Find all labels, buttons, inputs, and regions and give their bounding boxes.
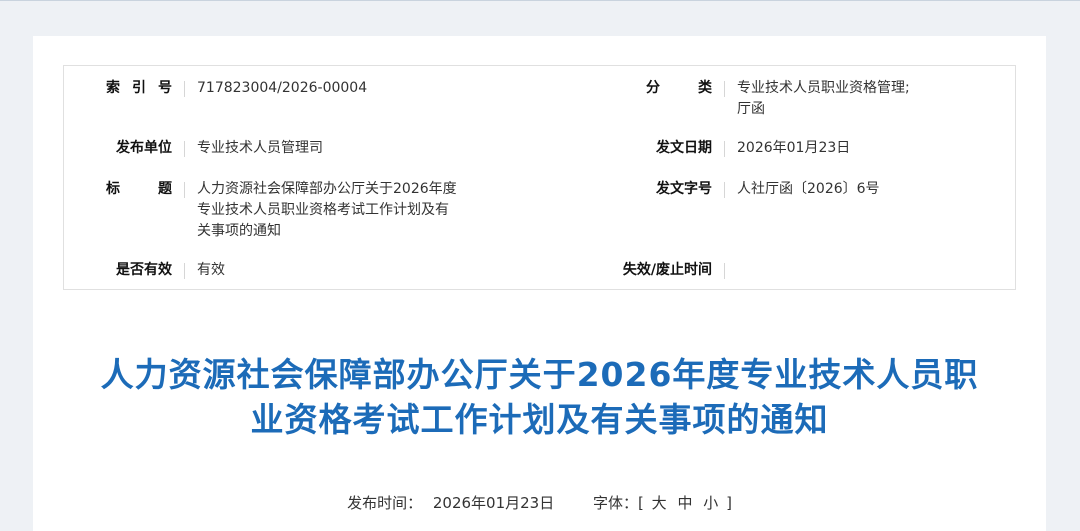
separator (184, 182, 185, 198)
publish-info-row: 发布时间： 2026年01月23日 字体：[ 大 中 小 ] (33, 492, 1046, 513)
issue-date-value: 2026年01月23日 (737, 140, 851, 156)
doc-number-label: 发文字号 (656, 181, 712, 197)
issue-date-cell: 发文日期 2026年01月23日 (604, 138, 850, 159)
publisher-value: 专业技术人员管理司 (197, 140, 323, 156)
validity-cell: 是否有效 有效 (64, 260, 225, 281)
separator (724, 263, 725, 279)
publish-time-label: 发布时间： (347, 494, 423, 512)
document-page: 索 引 号 717823004/2026-00004 分 类 专业技术人员职业资… (33, 36, 1046, 531)
font-size-label: 字体： (593, 494, 639, 512)
index-number-label: 索 引 号 (106, 80, 172, 96)
metadata-table: 索 引 号 717823004/2026-00004 分 类 专业技术人员职业资… (63, 65, 1016, 290)
expiry-label: 失效/废止时间 (622, 262, 712, 278)
bracket-open: [ (638, 494, 644, 512)
validity-value: 有效 (197, 262, 225, 278)
title-label: 标 题 (106, 181, 172, 197)
doc-number-value: 人社厅函〔2026〕6号 (737, 181, 880, 197)
category-value: 专业技术人员职业资格管理; 厅函 (737, 80, 910, 117)
font-medium-button[interactable]: 中 (677, 492, 692, 513)
index-number-cell: 索 引 号 717823004/2026-00004 (64, 78, 367, 99)
separator (184, 141, 185, 157)
publisher-label: 发布单位 (116, 140, 172, 156)
separator (724, 182, 725, 198)
separator (184, 81, 185, 97)
top-divider (0, 0, 1080, 1)
publisher-cell: 发布单位 专业技术人员管理司 (64, 138, 323, 159)
separator (724, 81, 725, 97)
font-small-button[interactable]: 小 (703, 492, 718, 513)
title-value: 人力资源社会保障部办公厅关于2026年度 专业技术人员职业资格考试工作计划及有 … (197, 181, 457, 239)
separator (184, 263, 185, 279)
article-title: 人力资源社会保障部办公厅关于2026年度专业技术人员职 业资格考试工作计划及有关… (100, 355, 979, 439)
bracket-close: ] (726, 494, 732, 512)
font-large-button[interactable]: 大 (652, 492, 667, 513)
category-label: 分 类 (646, 80, 712, 96)
issue-date-label: 发文日期 (656, 140, 712, 156)
separator (724, 141, 725, 157)
index-number-value: 717823004/2026-00004 (197, 80, 368, 96)
expiry-cell: 失效/废止时间 (604, 260, 737, 281)
font-size-control: 字体：[ 大 中 小 ] (593, 492, 732, 513)
category-cell: 分 类 专业技术人员职业资格管理; 厅函 (604, 78, 910, 120)
validity-label: 是否有效 (116, 262, 172, 278)
title-cell: 标 题 人力资源社会保障部办公厅关于2026年度 专业技术人员职业资格考试工作计… (64, 179, 457, 242)
doc-number-cell: 发文字号 人社厅函〔2026〕6号 (604, 179, 880, 200)
publish-time-value: 2026年01月23日 (432, 494, 555, 512)
